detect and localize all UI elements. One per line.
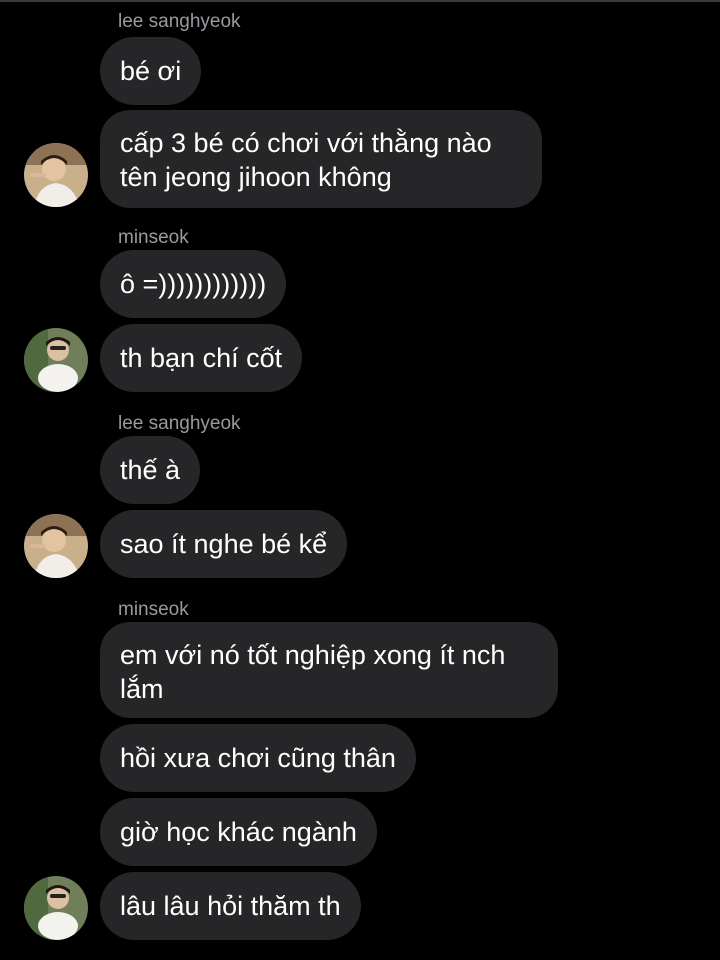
- person-photo-icon: [24, 328, 88, 392]
- message-bubble[interactable]: th bạn chí cốt: [100, 324, 303, 392]
- message-bubble[interactable]: em với nó tốt nghiệp xong ít nch lắm: [100, 622, 558, 718]
- sender-name: minseok: [118, 599, 189, 620]
- profile-avatar-icon[interactable]: [24, 876, 88, 940]
- message-text: lâu lâu hỏi thăm th: [120, 891, 341, 921]
- person-photo-icon: [24, 143, 88, 207]
- message-bubble[interactable]: thế à: [100, 436, 201, 504]
- message-text: ô =)))))))))))): [120, 269, 267, 299]
- person-photo-icon: [24, 876, 88, 940]
- message-text: sao ít nghe bé kể: [120, 529, 328, 559]
- message-bubble[interactable]: ô =)))))))))))): [100, 250, 287, 318]
- sender-name: lee sanghyeok: [118, 11, 241, 32]
- top-divider: [0, 0, 720, 2]
- message-text: giờ học khác ngành: [120, 817, 357, 847]
- person-photo-icon: [24, 514, 88, 578]
- message-text: em với nó tốt nghiệp xong ít nch lắm: [120, 640, 506, 704]
- message-text: thế à: [120, 455, 181, 485]
- message-bubble[interactable]: bé ơi: [100, 37, 202, 105]
- sender-name: minseok: [118, 227, 189, 248]
- message-bubble[interactable]: sao ít nghe bé kể: [100, 510, 348, 578]
- message-bubble[interactable]: giờ học khác ngành: [100, 798, 377, 866]
- message-text: bé ơi: [120, 56, 182, 86]
- sender-name: lee sanghyeok: [118, 413, 241, 434]
- profile-avatar-icon[interactable]: [24, 514, 88, 578]
- profile-avatar-icon[interactable]: [24, 328, 88, 392]
- message-text: hồi xưa chơi cũng thân: [120, 743, 396, 773]
- message-text: cấp 3 bé có chơi với thằng nào tên jeong…: [120, 128, 492, 192]
- profile-avatar-icon[interactable]: [24, 143, 88, 207]
- message-bubble[interactable]: lâu lâu hỏi thăm th: [100, 872, 361, 940]
- message-bubble[interactable]: hồi xưa chơi cũng thân: [100, 724, 416, 792]
- message-text: th bạn chí cốt: [120, 343, 283, 373]
- message-bubble[interactable]: cấp 3 bé có chơi với thằng nào tên jeong…: [100, 110, 542, 208]
